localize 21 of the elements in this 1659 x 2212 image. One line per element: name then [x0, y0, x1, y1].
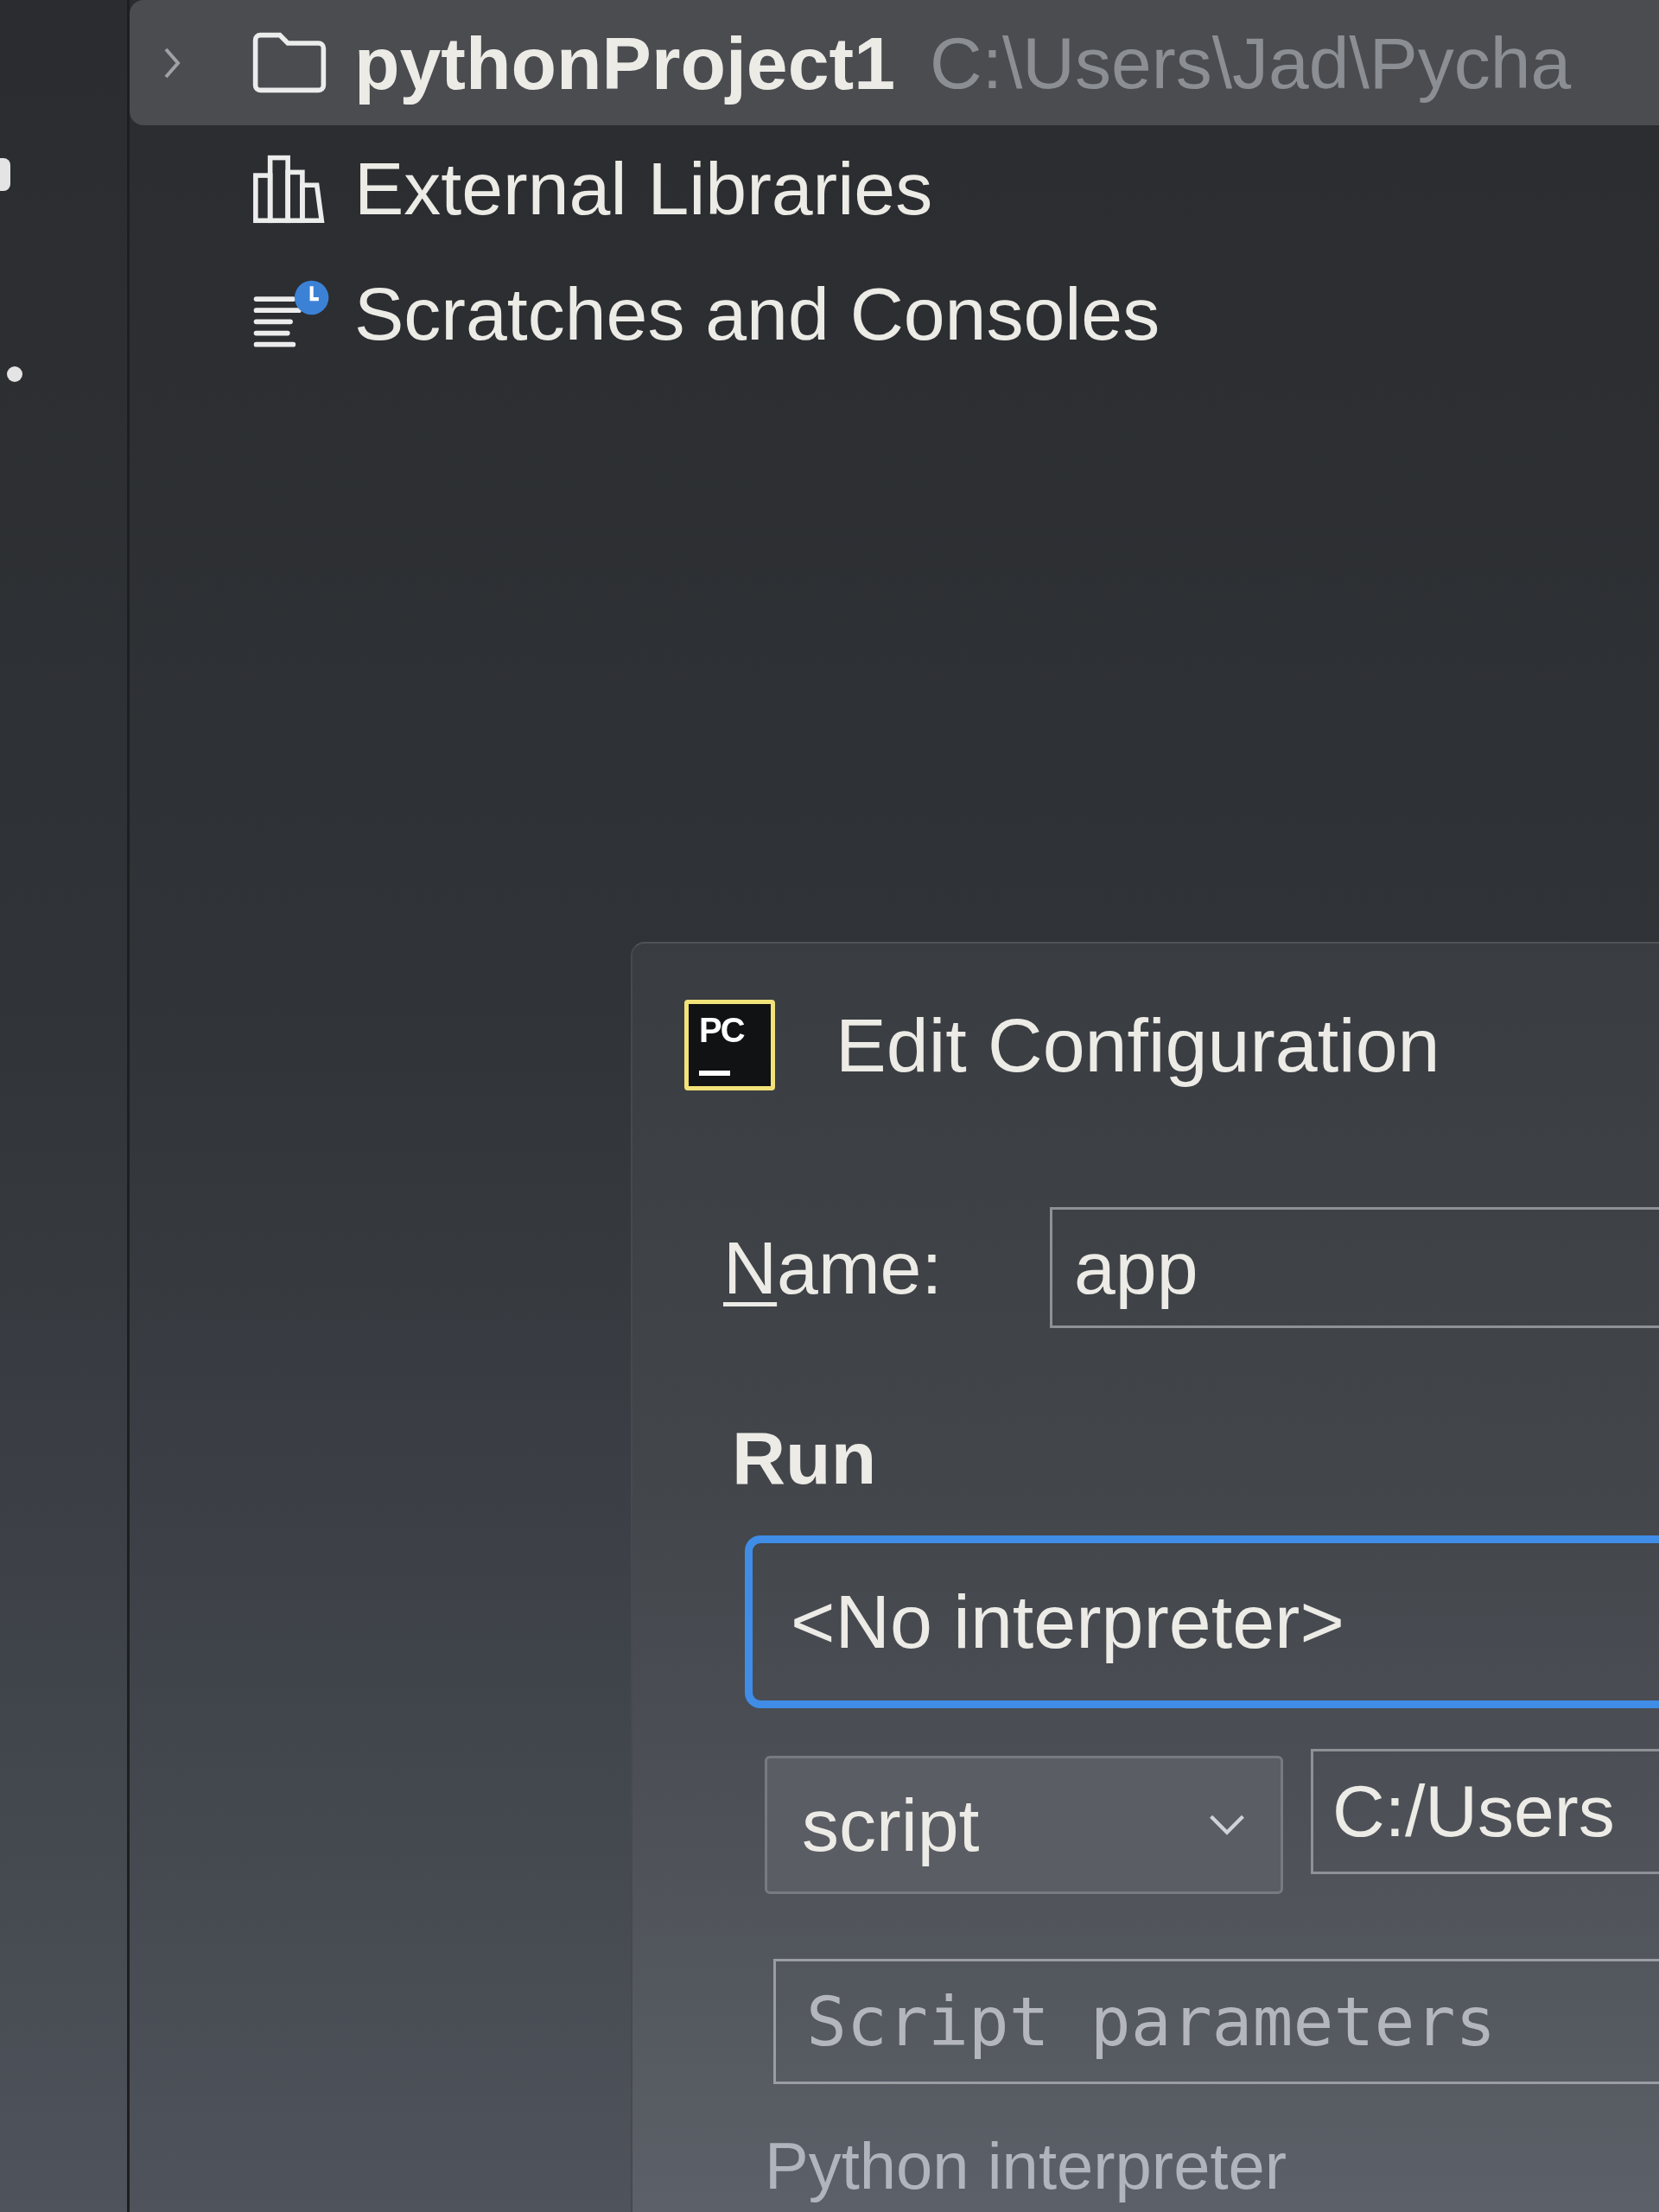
tree-item[interactable]: pythonProject1 C:\Users\Jad\Pycha: [130, 0, 1659, 125]
script-path-field[interactable]: C:/Users: [1311, 1749, 1659, 1874]
tool-window-icon[interactable]: [0, 156, 12, 194]
tree-item[interactable]: Scratches and Consoles: [130, 251, 1659, 376]
name-field[interactable]: app: [1050, 1207, 1659, 1328]
field-label: Python interpreter: [765, 2128, 1287, 2204]
interpreter-dropdown[interactable]: <No interpreter>: [745, 1535, 1659, 1708]
app-logo: PC: [684, 1000, 775, 1090]
tree-item-label: pythonProject1: [354, 20, 895, 106]
tree-item-label: Scratches and Consoles: [354, 270, 1160, 357]
project-path: C:\Users\Jad\Pycha: [930, 21, 1572, 105]
dialog-title: Edit Configuration: [836, 1001, 1440, 1089]
section-heading: Run: [732, 1419, 877, 1497]
tree-item[interactable]: External Libraries: [130, 125, 1659, 251]
folder-icon: [251, 30, 328, 95]
dot-icon: [7, 366, 22, 382]
chevron-down-icon: [1208, 1814, 1246, 1836]
name-label: Name:: [723, 1225, 943, 1311]
script-parameters-field[interactable]: Script parameters: [773, 1959, 1659, 2084]
tree-item-label: External Libraries: [354, 145, 933, 232]
target-type-dropdown[interactable]: script: [765, 1756, 1283, 1894]
